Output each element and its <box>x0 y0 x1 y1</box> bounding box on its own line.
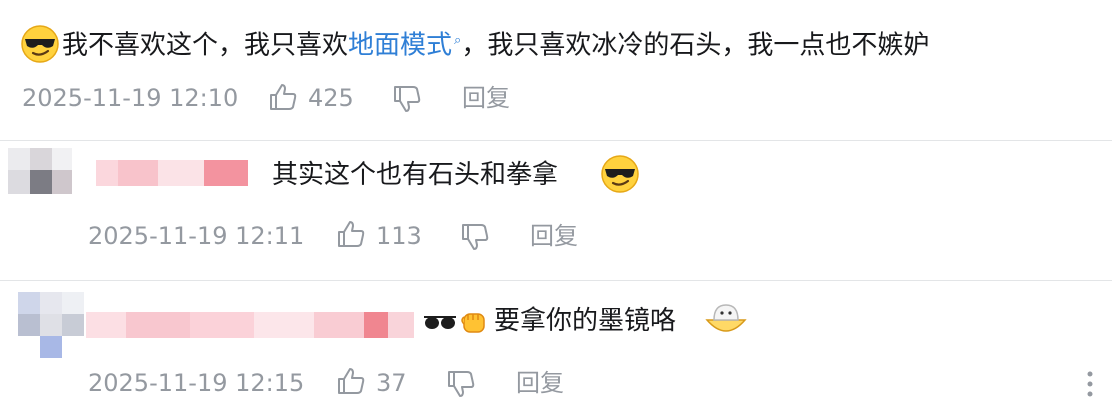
comment-3-body: 要拿你的墨镜咯 <box>494 306 677 336</box>
like-icon[interactable] <box>336 219 366 249</box>
divider <box>0 280 1112 281</box>
avatar-blurred <box>0 284 86 358</box>
comment-2-reply-button[interactable]: 回复 <box>530 221 578 251</box>
comment-1-text-before: 我不喜欢这个，我只喜欢 <box>62 30 349 61</box>
comment-2-like-count: 113 <box>376 222 422 250</box>
like-icon[interactable] <box>268 82 298 112</box>
dislike-icon[interactable] <box>446 369 476 399</box>
sunglasses-emoji <box>424 316 456 329</box>
comment-1-text-after: ，我只喜欢冰冷的石头，我一点也不嫉妒 <box>461 30 930 61</box>
comment-1-text: 我不喜欢这个，我只喜欢地面模式 ⌕，我只喜欢冰冷的石头，我一点也不嫉妒 <box>62 24 929 63</box>
username-blurred <box>86 312 414 338</box>
comment-3-like-count: 37 <box>376 369 407 397</box>
comment-1-like-count: 425 <box>308 84 354 112</box>
comment-3-reply-button[interactable]: 回复 <box>516 368 564 398</box>
avatar-blurred <box>0 140 80 204</box>
sunglasses-face-emoji <box>21 25 59 63</box>
comment-2-text: 其实这个也有石头和拳拿 <box>272 158 558 192</box>
like-icon[interactable] <box>336 366 366 396</box>
comment-2-body: 其实这个也有石头和拳拿 <box>272 160 559 190</box>
divider <box>0 140 1112 141</box>
comment-1-time: 2025-11-19 12:10 <box>22 84 239 112</box>
sunglasses-face-emoji <box>601 155 639 193</box>
ground-mode-link[interactable]: 地面模式 <box>348 31 452 61</box>
ghost-bowl-emoji <box>705 304 747 332</box>
dislike-icon[interactable] <box>460 222 490 252</box>
comment-1-reply-button[interactable]: 回复 <box>462 83 510 113</box>
comment-2-time: 2025-11-19 12:11 <box>88 222 305 250</box>
username-blurred <box>96 160 248 186</box>
fist-emoji <box>461 313 485 333</box>
dislike-icon[interactable] <box>392 84 422 114</box>
more-icon[interactable] <box>1084 370 1096 398</box>
comment-3-time: 2025-11-19 12:15 <box>88 369 305 397</box>
comment-3-text: 要拿你的墨镜咯 <box>494 304 676 338</box>
